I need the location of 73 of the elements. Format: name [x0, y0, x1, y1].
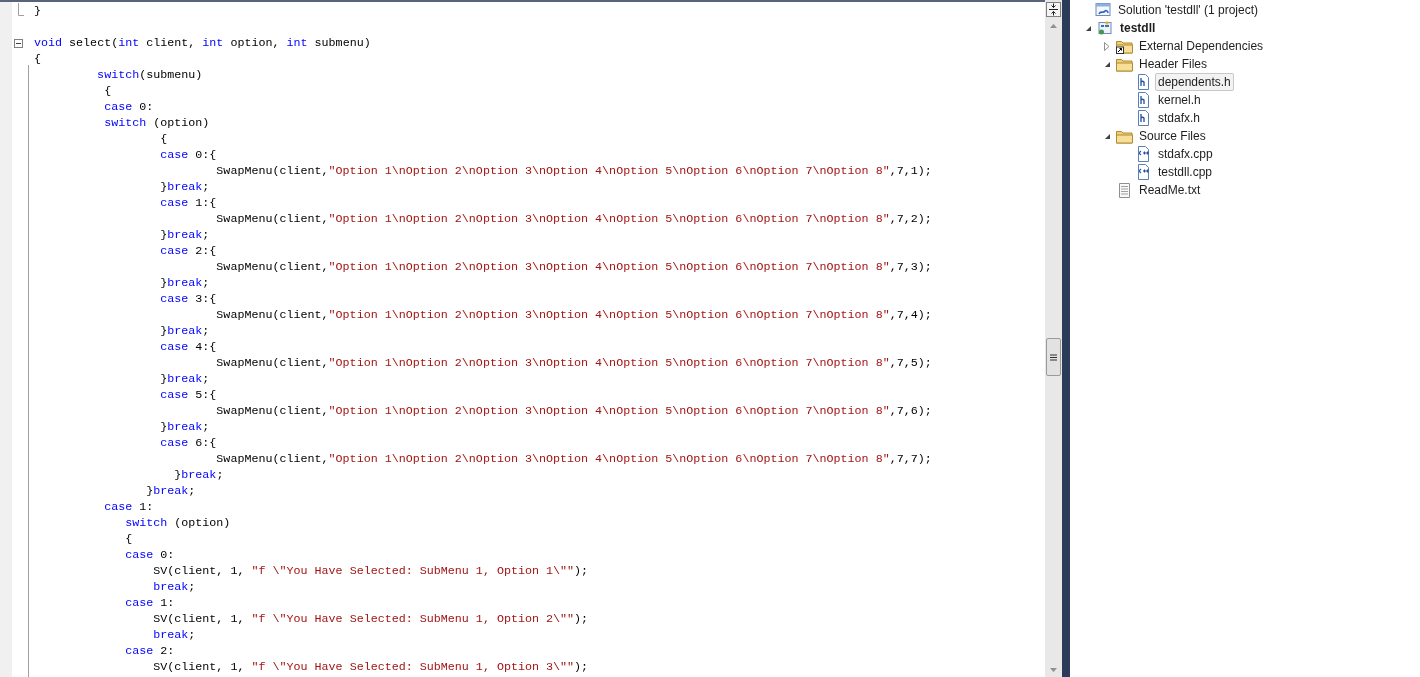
scroll-thumb[interactable]	[1046, 338, 1061, 376]
code-line: case 1:{	[159, 195, 217, 211]
tree-item[interactable]: testdll.cpp	[1155, 163, 1216, 181]
expanded-arrow-icon[interactable]	[1103, 60, 1111, 68]
tree-item[interactable]: Solution 'testdll' (1 project)	[1115, 1, 1261, 19]
code-line: void select(int client, int option, int submenu)	[34, 35, 371, 51]
code-line: case 0:{	[159, 147, 217, 163]
code-line: SV(client, 1, "f \"You Have Selected: SubMenu 1, Option 3\"");	[152, 659, 589, 675]
header-file-icon	[1135, 110, 1151, 126]
code-line: case 2:	[124, 643, 175, 659]
code-line: }break;	[159, 419, 210, 435]
vertical-scrollbar[interactable]	[1045, 0, 1062, 677]
scroll-up-icon[interactable]	[1050, 24, 1057, 28]
code-line: }break;	[145, 483, 196, 499]
folder-shortcut-icon	[1115, 38, 1133, 54]
code-line: case 1:	[103, 499, 154, 515]
folder-icon	[1115, 56, 1133, 72]
collapsed-arrow-icon[interactable]	[1104, 41, 1110, 51]
code-line: SwapMenu(client,"Option 1\nOption 2\nOption 3\nOption 4\nOption 5\nOption 6\nOption 7\nOption 8",7,4);	[215, 307, 932, 323]
code-line: SwapMenu(client,"Option 1\nOption 2\nOption 3\nOption 4\nOption 5\nOption 6\nOption 7\nOption 8",7,7);	[215, 451, 932, 467]
code-line: SwapMenu(client,"Option 1\nOption 2\nOption 3\nOption 4\nOption 5\nOption 6\nOption 7\nOption 8",7,6);	[215, 403, 932, 419]
split-handle-icon[interactable]	[1046, 2, 1061, 17]
scroll-down-icon[interactable]	[1050, 668, 1057, 672]
tree-item[interactable]: External Dependencies	[1136, 37, 1267, 55]
header-file-icon	[1135, 74, 1151, 90]
code-line: }break;	[159, 179, 210, 195]
code-line: break;	[152, 579, 196, 595]
code-line: {	[159, 131, 168, 147]
tree-item[interactable]: dependents.h	[1155, 73, 1234, 91]
header-file-icon	[1135, 92, 1151, 108]
tree-item[interactable]: kernel.h	[1155, 91, 1204, 109]
expanded-arrow-icon[interactable]	[1103, 132, 1111, 140]
cpp-file-icon	[1135, 146, 1151, 162]
tree-item[interactable]: Header Files	[1136, 55, 1211, 73]
cpp-file-icon	[1135, 164, 1151, 180]
tree-item[interactable]: stdafx.h	[1155, 109, 1204, 127]
text-file-icon	[1116, 182, 1132, 198]
outline-end-icon	[18, 3, 24, 16]
code-line: case 0:	[124, 547, 175, 563]
code-line: switch(submenu)	[96, 67, 203, 83]
code-line: }	[34, 3, 41, 19]
folder-icon	[1115, 128, 1133, 144]
code-line: SwapMenu(client,"Option 1\nOption 2\nOption 3\nOption 4\nOption 5\nOption 6\nOption 7\nOption 8",7,2);	[215, 211, 932, 227]
code-line: switch (option)	[124, 515, 231, 531]
code-line: {	[34, 51, 41, 67]
code-line: }break;	[159, 275, 210, 291]
code-line: switch (option)	[103, 115, 210, 131]
code-line: case 6:{	[159, 435, 217, 451]
code-line: case 2:{	[159, 243, 217, 259]
code-line: case 0:	[103, 99, 154, 115]
code-line: }break;	[159, 323, 210, 339]
expanded-arrow-icon[interactable]	[1084, 24, 1092, 32]
code-line: {	[103, 83, 112, 99]
project-icon	[1097, 20, 1113, 36]
tree-item[interactable]: testdll	[1117, 19, 1159, 37]
code-line: case 1:	[124, 595, 175, 611]
code-line: }break;	[173, 467, 224, 483]
code-line: }break;	[159, 371, 210, 387]
code-line: break;	[152, 627, 196, 643]
code-line: {	[124, 531, 133, 547]
code-line: SwapMenu(client,"Option 1\nOption 2\nOption 3\nOption 4\nOption 5\nOption 6\nOption 7\nOption 8",7,3);	[215, 259, 932, 275]
code-line: case 4:{	[159, 339, 217, 355]
code-line: case 5:{	[159, 387, 217, 403]
code-line: SwapMenu(client,"Option 1\nOption 2\nOption 3\nOption 4\nOption 5\nOption 6\nOption 7\nOption 8",7,1);	[215, 163, 932, 179]
code-line: SV(client, 1, "f \"You Have Selected: SubMenu 1, Option 1\"");	[152, 563, 589, 579]
tree-item[interactable]: Source Files	[1136, 127, 1209, 145]
code-line: }break;	[159, 227, 210, 243]
collapse-icon[interactable]	[14, 39, 23, 48]
code-line: SV(client, 1, "f \"You Have Selected: SubMenu 1, Option 2\"");	[152, 611, 589, 627]
tree-item[interactable]: stdafx.cpp	[1155, 145, 1216, 163]
tree-item[interactable]: ReadMe.txt	[1136, 181, 1204, 199]
code-line: SwapMenu(client,"Option 1\nOption 2\nOption 3\nOption 4\nOption 5\nOption 6\nOption 7\nOption 8",7,5);	[215, 355, 932, 371]
code-line: case 3:{	[159, 291, 217, 307]
